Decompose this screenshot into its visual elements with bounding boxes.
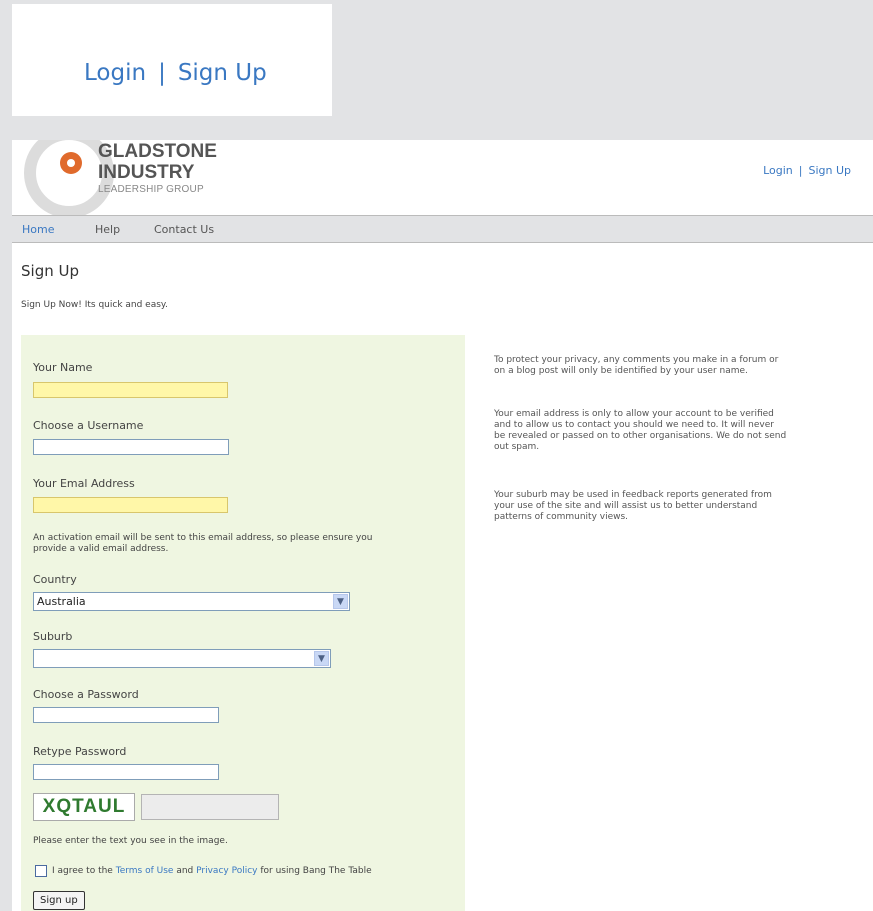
login-link[interactable]: Login [763, 164, 793, 177]
agree-and: and [176, 866, 194, 876]
zoom-login-link[interactable]: Login [84, 60, 146, 86]
agree-text: I agree to the Terms of Use and Privacy … [52, 866, 372, 876]
suburb-select[interactable]: ▼ [33, 649, 331, 668]
logo-line-2: INDUSTRY [98, 162, 195, 183]
sign-up-button[interactable]: Sign up [33, 891, 85, 910]
signup-page: GLADSTONE INDUSTRY LEADERSHIP GROUP Logi… [12, 140, 873, 911]
country-label: Country [33, 573, 77, 586]
chevron-down-icon[interactable]: ▼ [333, 594, 348, 609]
suburb-info-line-2: your use of the site and will assist us … [494, 501, 758, 511]
captcha-input[interactable] [141, 794, 279, 820]
email-note: An activation email will be sent to this… [33, 533, 372, 555]
email-info-line-4: out spam. [494, 442, 540, 452]
suburb-label: Suburb [33, 630, 73, 643]
agree-checkbox[interactable] [35, 865, 47, 877]
zoom-links: Login | Sign Up [84, 60, 267, 86]
privacy-note-line-1: To protect your privacy, any comments yo… [494, 355, 779, 365]
nav-home[interactable]: Home [22, 223, 54, 236]
email-info-note: Your email address is only to allow your… [494, 409, 839, 453]
email-note-line-2: provide a valid email address. [33, 544, 169, 554]
logo-icon [60, 152, 82, 174]
logo-text: GLADSTONE INDUSTRY LEADERSHIP GROUP [98, 142, 217, 195]
signup-form: Your Name Choose a Username Your Emal Ad… [21, 335, 465, 911]
page-title: Sign Up [21, 262, 79, 280]
country-select-value: Australia [37, 595, 86, 608]
email-label: Your Emal Address [33, 477, 135, 490]
username-input[interactable] [33, 439, 229, 455]
email-info-line-3: be revealed or passed on to other organi… [494, 431, 787, 441]
password-label: Choose a Password [33, 688, 139, 701]
header-separator: | [798, 164, 803, 177]
chevron-down-icon[interactable]: ▼ [314, 651, 329, 666]
nav-help[interactable]: Help [95, 223, 120, 236]
email-info-line-1: Your email address is only to allow your… [494, 409, 774, 419]
signup-link[interactable]: Sign Up [808, 164, 851, 177]
zoom-separator: | [158, 60, 166, 86]
site-logo[interactable]: GLADSTONE INDUSTRY LEADERSHIP GROUP [12, 140, 312, 215]
logo-line-3: LEADERSHIP GROUP [98, 184, 204, 195]
agree-suffix: for using Bang The Table [260, 866, 372, 876]
agree-prefix: I agree to the [52, 866, 113, 876]
email-note-line-1: An activation email will be sent to this… [33, 533, 373, 543]
suburb-info-note: Your suburb may be used in feedback repo… [494, 490, 839, 523]
captcha-image: XQTAUL [33, 793, 135, 821]
name-label: Your Name [33, 361, 93, 374]
logo-line-1: GLADSTONE [98, 141, 217, 162]
nav-contact-us[interactable]: Contact Us [154, 223, 214, 236]
password-input[interactable] [33, 707, 219, 723]
retype-password-label: Retype Password [33, 745, 127, 758]
suburb-info-line-1: Your suburb may be used in feedback repo… [494, 490, 772, 500]
header-links: Login | Sign Up [763, 164, 851, 177]
name-input[interactable] [33, 382, 228, 398]
zoom-signup-link[interactable]: Sign Up [178, 60, 267, 86]
email-info-line-2: and to allow us to contact you should we… [494, 420, 774, 430]
retype-password-input[interactable] [33, 764, 219, 780]
zoomed-header-links: Login | Sign Up [12, 4, 332, 116]
main-nav: Home Help Contact Us [12, 215, 873, 243]
privacy-note: To protect your privacy, any comments yo… [494, 355, 839, 377]
captcha-note: Please enter the text you see in the ima… [33, 836, 228, 846]
privacy-policy-link[interactable]: Privacy Policy [196, 866, 257, 876]
username-label: Choose a Username [33, 419, 144, 432]
intro-text: Sign Up Now! Its quick and easy. [21, 300, 168, 310]
country-select[interactable]: Australia ▼ [33, 592, 350, 611]
terms-of-use-link[interactable]: Terms of Use [116, 866, 174, 876]
suburb-info-line-3: patterns of community views. [494, 512, 629, 522]
email-input[interactable] [33, 497, 228, 513]
privacy-note-line-2: on a blog post will only be identified b… [494, 366, 748, 376]
